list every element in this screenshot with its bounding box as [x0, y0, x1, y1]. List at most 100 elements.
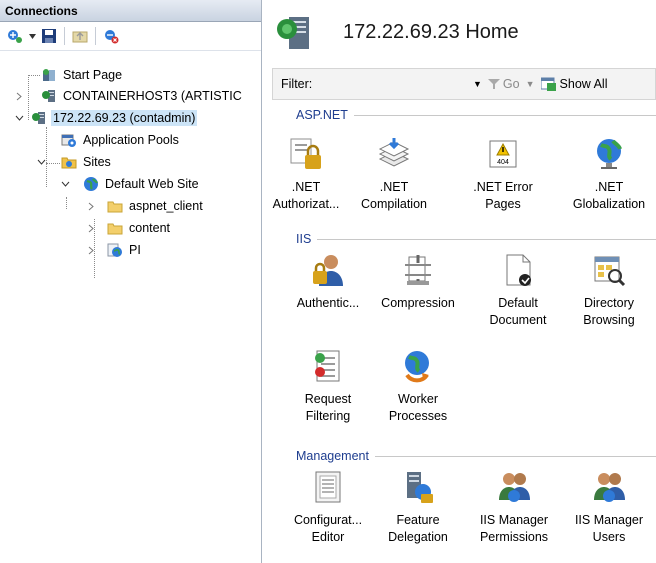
feature-label: IIS Manager [479, 513, 549, 527]
folder-up-icon[interactable] [71, 27, 89, 45]
tree-item-content[interactable]: content [106, 218, 172, 238]
tree-line [28, 75, 29, 120]
feature-net-error-pages[interactable]: 404 .NET Error Pages [463, 134, 543, 213]
worker-processes-icon [398, 346, 438, 386]
feature-default-document[interactable]: Default Document [478, 250, 558, 329]
tree-line [28, 75, 40, 76]
toolbar-separator [64, 27, 65, 45]
tree-item-label: aspnet_client [129, 199, 203, 213]
feature-compression[interactable]: Compression [374, 250, 462, 312]
filter-bar: Filter: ▼ Go ▼ Show All [272, 68, 656, 100]
feature-net-globalization[interactable]: .NET Globalization [562, 134, 656, 213]
compression-icon [398, 250, 438, 290]
feature-label: .NET Error [473, 180, 533, 194]
chevron-right-icon[interactable] [86, 201, 96, 211]
chevron-down-icon[interactable] [60, 179, 70, 189]
tree-item-aspnet-client[interactable]: aspnet_client [106, 196, 205, 216]
tree-item-label: Start Page [63, 68, 123, 82]
disconnect-icon[interactable] [102, 27, 120, 45]
tree-item-default-web-site[interactable]: Default Web Site [82, 174, 201, 194]
feature-net-authorization[interactable]: .NET Authorizat... [262, 134, 350, 213]
feature-label: Pages [485, 197, 521, 211]
chevron-right-icon[interactable] [86, 245, 96, 255]
net-globalization-icon [589, 134, 629, 174]
feature-iis-manager-users[interactable]: IIS Manager Users [562, 467, 656, 546]
tree-item-sites[interactable]: Sites [60, 152, 113, 172]
svg-text:404: 404 [497, 159, 509, 166]
feature-directory-browsing[interactable]: Directory Browsing [562, 250, 656, 329]
chevron-right-icon[interactable] [86, 223, 96, 233]
iis-manager-permissions-icon [494, 467, 534, 507]
tree-item-application-pools[interactable]: Application Pools [60, 130, 181, 150]
tree-item-pi[interactable]: PI [106, 240, 143, 260]
request-filtering-icon [308, 346, 348, 386]
feature-label: Default [498, 296, 538, 310]
toolbar-separator [95, 27, 96, 45]
app-pools-icon [60, 132, 77, 149]
feature-label: Authorizat... [272, 197, 340, 211]
show-all-label: Show All [559, 77, 608, 91]
feature-label: Worker [397, 392, 439, 406]
tree-item-label: content [129, 221, 171, 235]
feature-label: Compression [381, 296, 455, 310]
group-title: Management [296, 449, 369, 463]
feature-configuration-editor[interactable]: Configurat... Editor [284, 467, 372, 546]
go-button[interactable]: Go [487, 77, 520, 91]
feature-label: Document [489, 313, 547, 327]
tree-item-label: Default Web Site [105, 177, 199, 191]
feature-label: .NET [291, 180, 321, 194]
page-title: 172.22.69.23 Home [343, 21, 519, 43]
features-view: ASP.NET .NET Authorizat... .NET Compilat… [262, 100, 656, 563]
tree-line [66, 197, 67, 209]
tree-item-172-22-69-23[interactable]: 172.22.69.23 (contadmin) [30, 108, 198, 128]
funnel-icon [487, 79, 500, 89]
go-dropdown-icon[interactable]: ▼ [526, 79, 535, 89]
feature-feature-delegation[interactable]: Feature Delegation [374, 467, 462, 546]
chevron-down-icon[interactable] [36, 157, 46, 167]
sites-folder-icon [60, 154, 77, 171]
feature-label: Authentic... [296, 296, 360, 310]
directory-browsing-icon [589, 250, 629, 290]
feature-label: Browsing [583, 313, 635, 327]
feature-label: Editor [311, 530, 345, 544]
feature-label: IIS Manager [574, 513, 644, 527]
chevron-right-icon[interactable] [14, 91, 24, 101]
filter-dropdown-icon[interactable]: ▼ [473, 79, 482, 89]
start-page-icon [40, 67, 57, 84]
iis-manager-users-icon [589, 467, 629, 507]
show-all-icon [540, 77, 556, 91]
tree-item-label: Sites [83, 155, 111, 169]
feature-label: Filtering [305, 409, 351, 423]
web-app-icon [106, 242, 123, 259]
main-pane: 172.22.69.23 Home Filter: ▼ Go ▼ Show Al… [262, 0, 656, 563]
tree-item-label: 172.22.69.23 (contadmin) [51, 110, 198, 126]
show-all-button[interactable]: Show All [540, 77, 608, 91]
feature-label: Directory [583, 296, 634, 310]
net-error-pages-icon: 404 [483, 134, 523, 174]
dropdown-arrow-icon[interactable] [28, 27, 36, 45]
net-authorization-icon [286, 134, 326, 174]
feature-label: Delegation [388, 530, 448, 544]
globe-icon [82, 176, 99, 193]
page-header: 172.22.69.23 Home [262, 0, 656, 64]
group-title: IIS [296, 232, 312, 246]
go-label: Go [502, 77, 520, 91]
feature-authentication[interactable]: Authentic... [284, 250, 372, 312]
tree-item-label: PI [129, 243, 141, 257]
feature-iis-manager-permissions[interactable]: IIS Manager Permissions [468, 467, 560, 546]
feature-label: Permissions [479, 530, 549, 544]
feature-net-compilation[interactable]: .NET Compilation [350, 134, 438, 213]
default-document-icon [498, 250, 538, 290]
save-icon[interactable] [40, 27, 58, 45]
tree-item-start-page[interactable]: Start Page [40, 65, 124, 85]
feature-label: Feature [396, 513, 440, 527]
tree-item-label: CONTAINERHOST3 (ARTISTIC [63, 89, 242, 103]
net-compilation-icon [374, 134, 414, 174]
server-icon [275, 13, 313, 53]
chevron-down-icon[interactable] [14, 113, 24, 123]
tree-item-containerhost3[interactable]: CONTAINERHOST3 (ARTISTIC [40, 86, 244, 106]
feature-request-filtering[interactable]: Request Filtering [284, 346, 372, 425]
feature-worker-processes[interactable]: Worker Processes [374, 346, 462, 425]
group-title: ASP.NET [296, 108, 348, 122]
connect-icon[interactable] [6, 27, 24, 45]
